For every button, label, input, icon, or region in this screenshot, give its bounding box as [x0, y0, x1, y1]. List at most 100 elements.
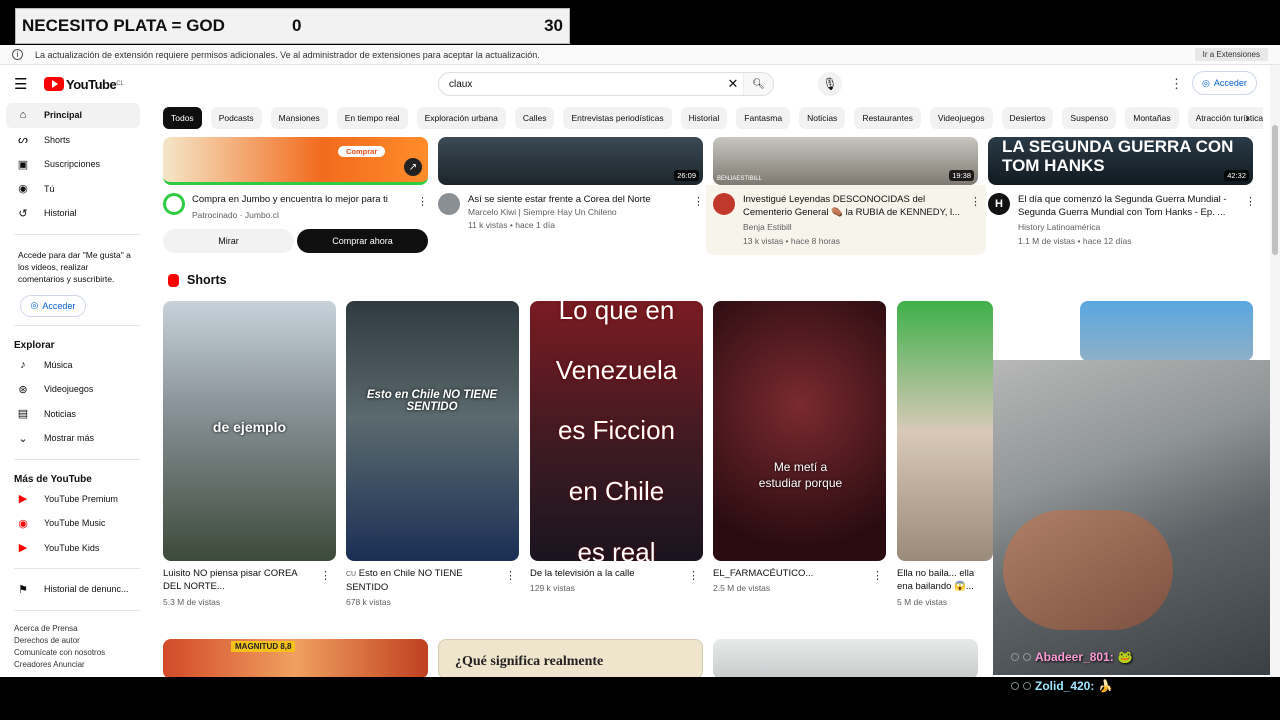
more-actions-icon[interactable]: ⋮	[970, 195, 981, 208]
thumbnail-text: ¿Qué significa realmente	[455, 654, 604, 669]
search-box[interactable]: claux ✕ 🔍︎	[438, 72, 774, 96]
video-channel[interactable]: Marcelo Kiwi | Siempre Hay Un Chileno	[468, 206, 617, 219]
chip[interactable]: Montañas	[1125, 107, 1179, 129]
video-thumbnail[interactable]: MAGNITUD 8,8	[163, 639, 428, 677]
footer-link[interactable]: Comunícate con nosotros	[14, 647, 136, 659]
sidebar-item-news[interactable]: ▤ Noticias	[0, 402, 150, 427]
chip[interactable]: Videojuegos	[929, 107, 993, 129]
more-actions-icon[interactable]: ⋮	[693, 195, 704, 208]
chip[interactable]: Fantasma	[736, 107, 791, 129]
chip[interactable]: Mansiones	[270, 107, 328, 129]
short-thumbnail[interactable]: Me metí a estudiar porque	[713, 301, 886, 561]
shorts-logo-icon	[168, 273, 179, 287]
sidebar-item-history[interactable]: ↺ Historial	[0, 201, 150, 226]
video-channel[interactable]: Patrocinado · Jumbo.cl	[192, 209, 279, 222]
chip[interactable]: Desiertos	[1001, 107, 1054, 129]
channel-avatar[interactable]	[713, 193, 735, 215]
more-actions-icon[interactable]: ⋮	[688, 569, 699, 582]
video-thumbnail[interactable]	[713, 639, 978, 677]
sidebar-item-subscriptions[interactable]: ▣ Suscripciones	[0, 152, 150, 177]
youtube-logo[interactable]: YouTube CL	[44, 77, 124, 92]
sidebar-item-home[interactable]: ⌂ Principal	[6, 103, 140, 128]
chip[interactable]: Restaurantes	[854, 107, 921, 129]
chip[interactable]: Calles	[514, 107, 555, 129]
shorts-title: Shorts	[187, 273, 227, 287]
short-thumbnail[interactable]: de ejemplo	[163, 301, 336, 561]
hamburger-menu-icon[interactable]: ☰	[14, 75, 30, 93]
sidebar-item-report-history[interactable]: ⚑ Historial de denunc...	[0, 577, 150, 602]
video-thumbnail[interactable]: LA SEGUNDA GUERRA CON TOM HANKS 42:32	[988, 137, 1253, 185]
sidebar-item-label: Noticias	[44, 408, 77, 419]
settings-more-icon[interactable]: ⋮	[1170, 76, 1183, 92]
youtube-kids-icon: ▶	[18, 542, 28, 555]
short-title[interactable]: Ella no baila... ella ena bailando 😱...	[897, 567, 992, 593]
video-title[interactable]: Así se siente estar frente a Corea del N…	[468, 193, 698, 206]
chip[interactable]: Atracción turística	[1187, 107, 1263, 129]
more-actions-icon[interactable]: ⋮	[1245, 195, 1256, 208]
video-thumbnail[interactable]: BENJAESTIBILL 19:38	[713, 137, 978, 185]
footer-link[interactable]: Acerca de Prensa	[14, 623, 136, 635]
scrollbar-thumb[interactable]	[1272, 125, 1278, 255]
voice-search-button[interactable]: 🎙︎	[818, 72, 842, 96]
chip[interactable]: Entrevistas periodísticas	[563, 107, 672, 129]
sidebar-item-music[interactable]: ♪ Música	[0, 353, 150, 378]
goal-count-current: 0	[292, 16, 302, 35]
channel-avatar[interactable]	[163, 193, 185, 215]
more-actions-icon[interactable]: ⋮	[320, 569, 331, 582]
short-title[interactable]: De la televisión a la calle	[530, 567, 680, 580]
short-thumbnail[interactable]: Esto en Chile NO TIENE SENTIDO	[346, 301, 519, 561]
short-title[interactable]: CU Esto en Chile NO TIENE SENTIDO	[346, 567, 496, 594]
sidebar-item-gaming[interactable]: ⊛ Videojuegos	[0, 377, 150, 402]
short-title[interactable]: EL_FARMACÉUTICO...	[713, 567, 863, 580]
chip[interactable]: Suspenso	[1062, 107, 1117, 129]
go-to-extensions-button[interactable]: Ir a Extensiones	[1194, 48, 1268, 61]
footer-link[interactable]: Derechos de autor	[14, 635, 136, 647]
sidebar-item-shorts[interactable]: ᔕ Shorts	[0, 128, 150, 153]
channel-avatar[interactable]: H	[988, 193, 1010, 215]
chip[interactable]: Exploración urbana	[416, 107, 506, 129]
shorts-section-header: Shorts	[168, 273, 227, 287]
sidebar-item-label: YouTube Music	[44, 518, 106, 529]
video-channel[interactable]: Benja Estibill	[743, 221, 792, 234]
video-duration: 42:32	[1224, 170, 1249, 181]
short-title-text: Esto en Chile NO TIENE SENTIDO	[346, 568, 463, 593]
short-title[interactable]: Luisito NO piensa pisar COREA DEL NORTE.…	[163, 567, 313, 593]
sidebar-item-you[interactable]: ◉ Tú	[0, 177, 150, 202]
more-actions-icon[interactable]: ⋮	[505, 569, 516, 582]
video-title[interactable]: Investigué Leyendas DESCONOCIDAS del Cem…	[743, 193, 968, 219]
video-thumbnail-jumbo[interactable]: Comprar ↗	[163, 137, 428, 185]
chip[interactable]: En tiempo real	[336, 107, 408, 129]
sidebar-item-music-app[interactable]: ◉ YouTube Music	[0, 511, 150, 536]
sidebar-signin-button[interactable]: ◎ Acceder	[20, 294, 86, 317]
video-title[interactable]: El día que comenzó la Segunda Guerra Mun…	[1018, 193, 1243, 219]
sidebar-item-show-more[interactable]: ⌄ Mostrar más	[0, 426, 150, 451]
signin-button[interactable]: ◎ Acceder	[1192, 71, 1257, 95]
divider	[14, 568, 140, 569]
video-thumbnail[interactable]: ¿Qué significa realmente	[438, 639, 703, 677]
short-thumbnail[interactable]: Lo que en Venezuela es Ficcion en Chile …	[530, 301, 703, 561]
search-input[interactable]: claux	[449, 79, 723, 90]
sidebar-item-premium[interactable]: ▶ YouTube Premium	[0, 487, 150, 512]
more-actions-icon[interactable]: ⋮	[417, 195, 428, 208]
footer-link[interactable]: Creadores Anunciar	[14, 659, 136, 671]
watch-button[interactable]: Mirar	[163, 229, 294, 253]
buy-now-button[interactable]: Comprar ahora	[297, 229, 428, 253]
video-thumbnail[interactable]: 26:09	[438, 137, 703, 185]
chevron-right-icon[interactable]: ›	[1245, 109, 1250, 125]
sidebar-item-kids[interactable]: ▶ YouTube Kids	[0, 536, 150, 561]
search-button[interactable]: 🔍︎	[743, 73, 773, 95]
video-duration: 19:38	[949, 170, 974, 181]
chip[interactable]: Historial	[680, 107, 728, 129]
page-scrollbar[interactable]	[1270, 65, 1280, 677]
clear-search-icon[interactable]: ✕	[723, 76, 743, 92]
video-channel[interactable]: History Latinoamérica	[1018, 221, 1100, 234]
short-thumbnail[interactable]	[1080, 301, 1253, 361]
video-title[interactable]: Compra en Jumbo y encuentra lo mejor par…	[192, 193, 422, 206]
more-actions-icon[interactable]: ⋮	[872, 569, 883, 582]
chip[interactable]: Podcasts	[210, 107, 262, 129]
chip-all[interactable]: Todos	[163, 107, 202, 129]
channel-avatar[interactable]	[438, 193, 460, 215]
signin-note: Accede para dar "Me gusta" a los videos,…	[18, 249, 131, 284]
chip[interactable]: Noticias	[799, 107, 846, 129]
short-thumbnail[interactable]	[897, 301, 993, 561]
